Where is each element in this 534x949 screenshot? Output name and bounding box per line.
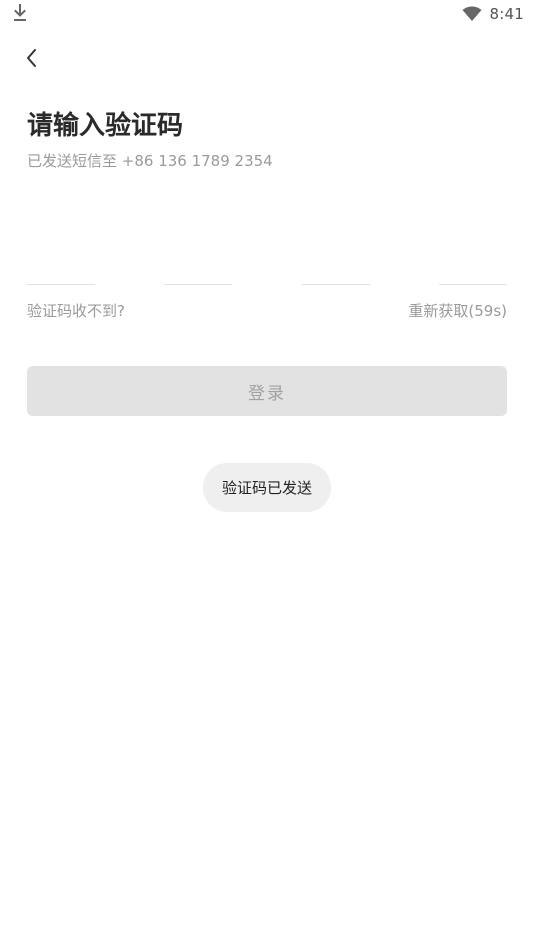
code-slot-2[interactable]: [164, 240, 232, 285]
login-button[interactable]: 登录: [27, 366, 507, 416]
code-slot-3[interactable]: [302, 240, 370, 285]
resend-code-link[interactable]: 重新获取(59s): [408, 300, 507, 322]
code-slot-1[interactable]: [27, 240, 95, 285]
page-title: 请输入验证码: [27, 111, 184, 141]
code-not-received-link[interactable]: 验证码收不到?: [27, 300, 125, 322]
verification-code-input: [27, 240, 507, 286]
chevron-left-icon: [27, 49, 36, 67]
wifi-icon: [462, 6, 482, 21]
download-icon: [14, 4, 26, 21]
status-time: 8:41: [489, 5, 524, 23]
status-bar: 8:41: [0, 0, 534, 28]
toast-message: 验证码已发送: [203, 463, 331, 512]
code-slot-4[interactable]: [439, 240, 507, 285]
back-button[interactable]: [16, 42, 48, 74]
status-right-group: 8:41: [462, 4, 524, 24]
sms-sent-subtitle: 已发送短信至 +86 136 1789 2354: [27, 152, 273, 170]
